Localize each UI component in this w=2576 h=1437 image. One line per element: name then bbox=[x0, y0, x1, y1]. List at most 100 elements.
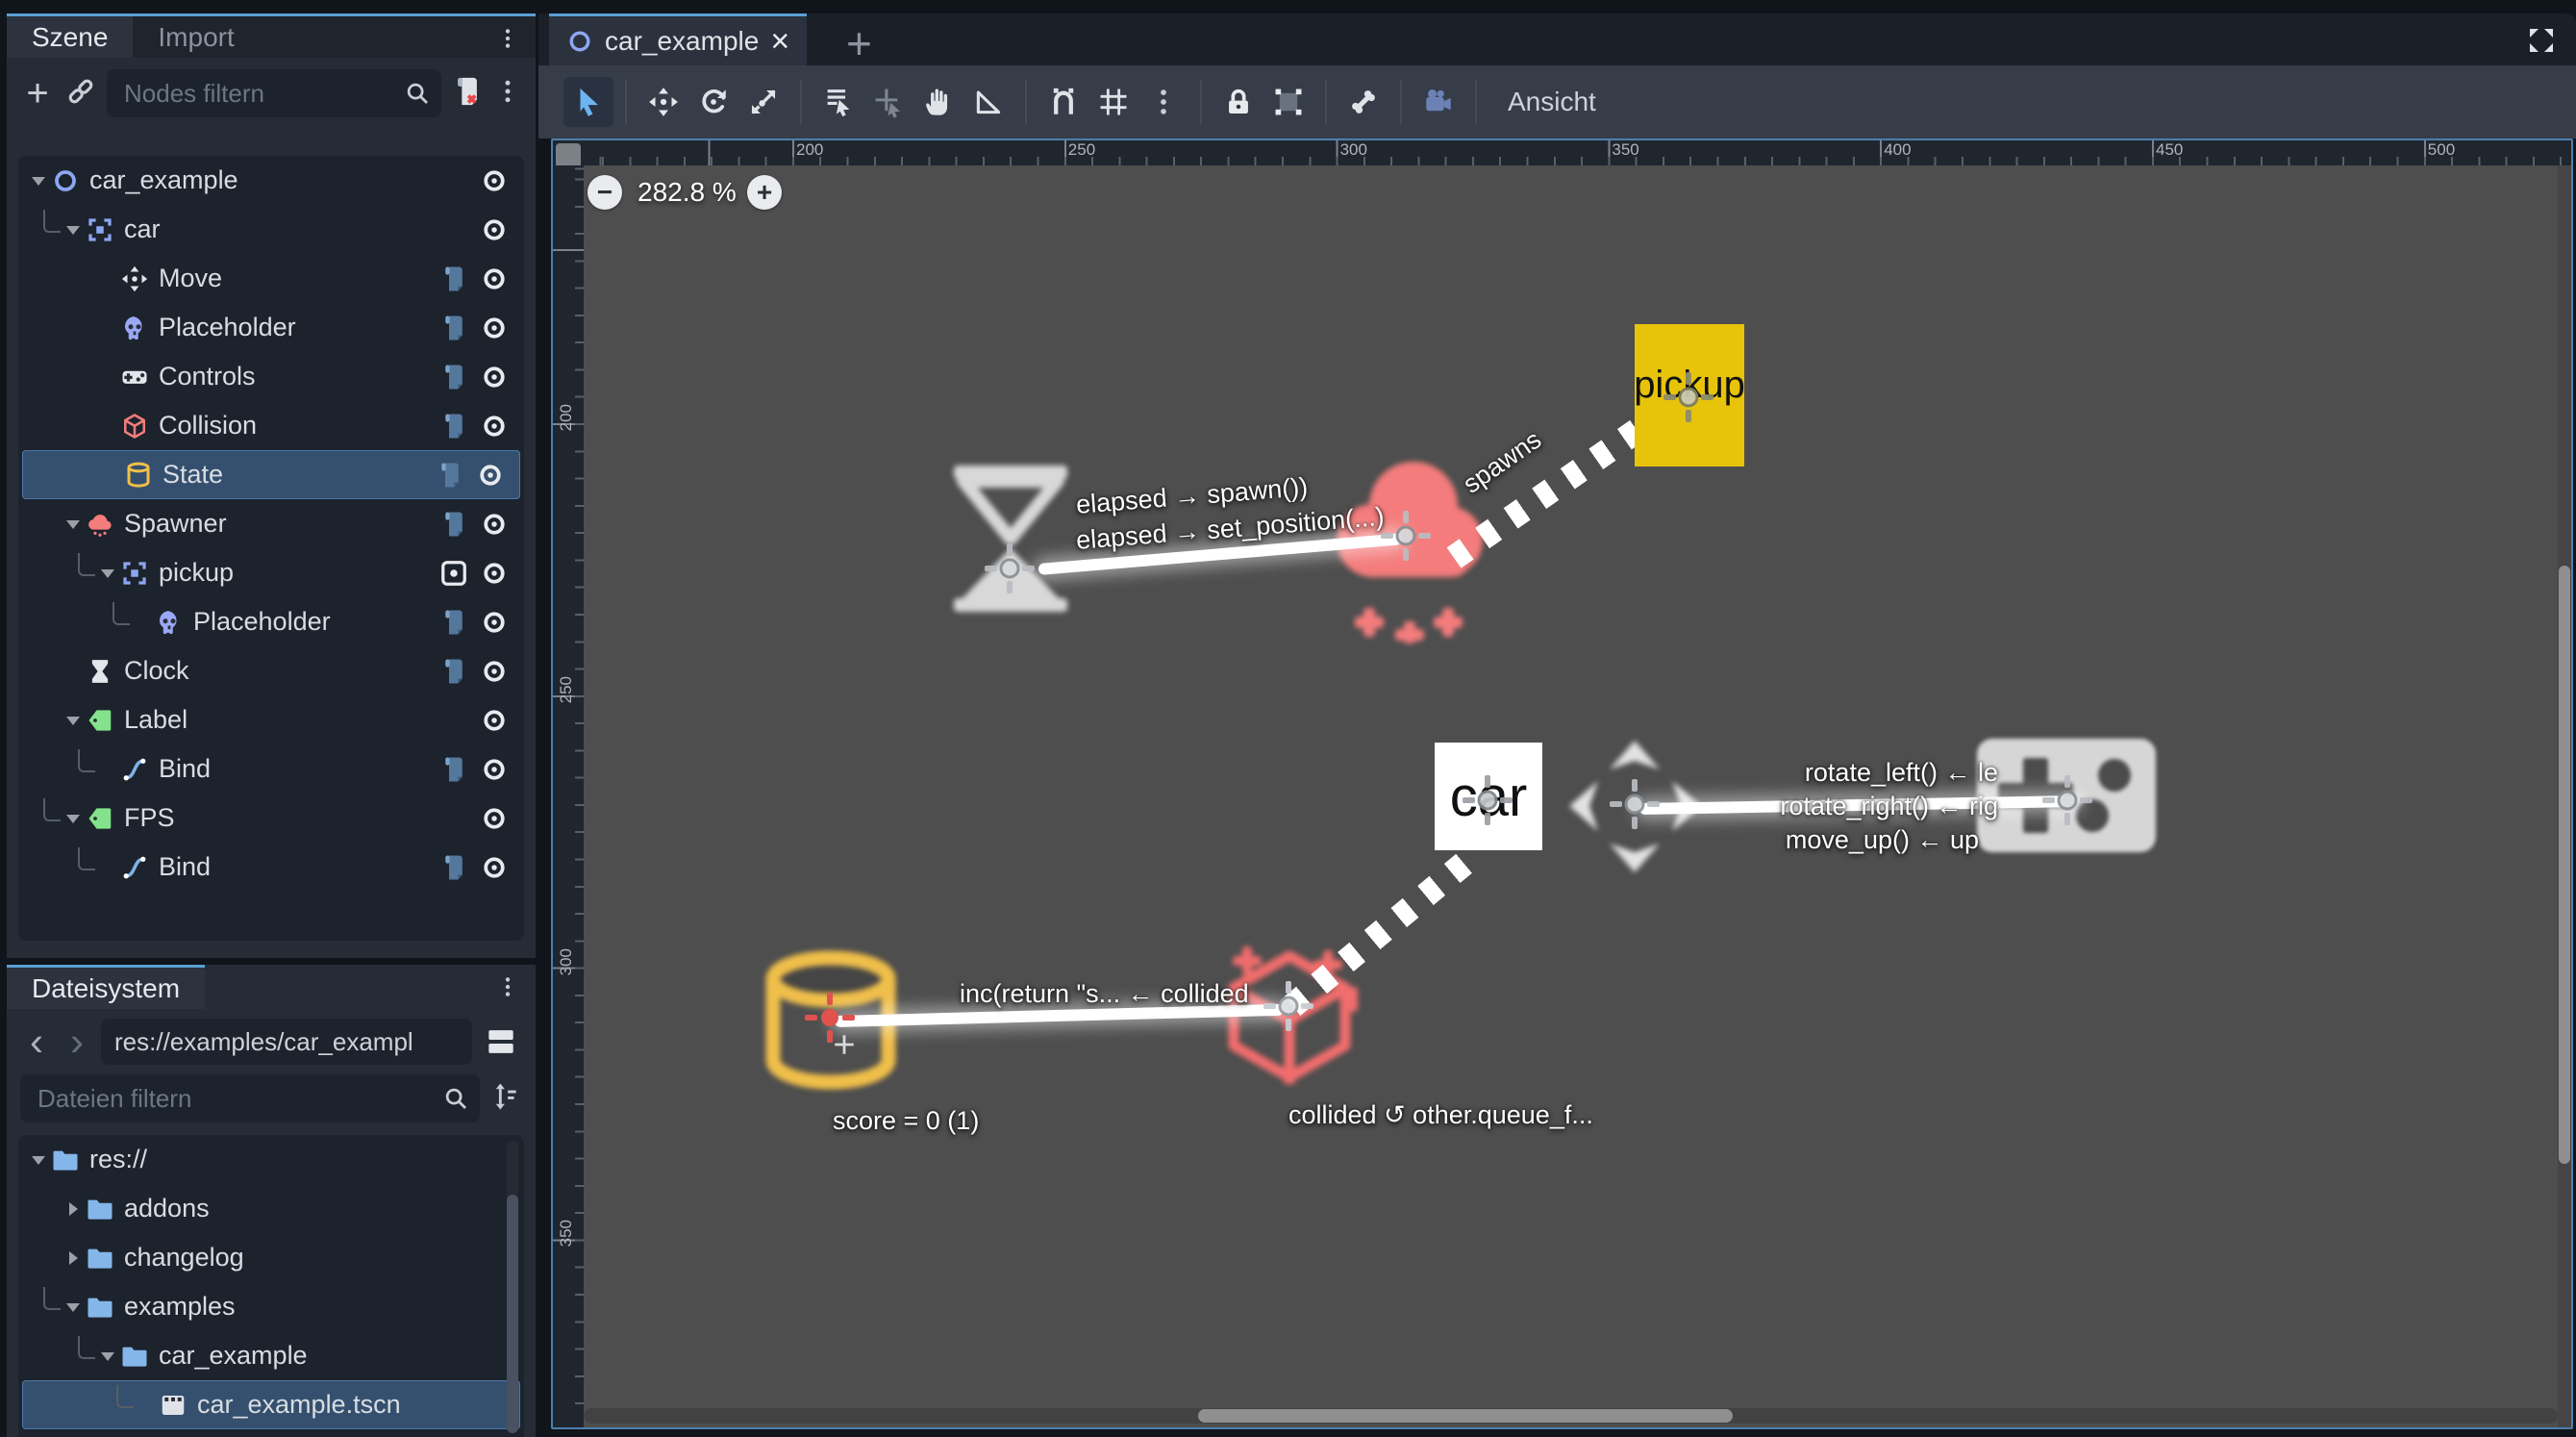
zoom-in-button[interactable]: + bbox=[747, 175, 782, 210]
tree-row-spawner[interactable]: Spawner bbox=[18, 499, 524, 548]
camera-override-button[interactable] bbox=[1413, 77, 1463, 127]
visibility-eye-icon[interactable] bbox=[478, 215, 511, 244]
script-icon[interactable] bbox=[438, 510, 470, 539]
chevron-down-icon[interactable] bbox=[26, 1148, 51, 1172]
back-icon[interactable]: ‹ bbox=[20, 1022, 53, 1061]
chevron-down-icon[interactable] bbox=[95, 1345, 120, 1368]
visibility-eye-icon[interactable] bbox=[478, 657, 511, 686]
tree-row-examples[interactable]: examples bbox=[18, 1282, 524, 1331]
visibility-eye-icon[interactable] bbox=[478, 853, 511, 882]
tree-row-placeholder[interactable]: Placeholder bbox=[18, 303, 524, 352]
ruler-tool-button[interactable] bbox=[963, 77, 1013, 127]
visibility-eye-icon[interactable] bbox=[478, 265, 511, 293]
script-icon[interactable] bbox=[438, 853, 470, 882]
visibility-eye-icon[interactable] bbox=[478, 510, 511, 539]
visibility-eye-icon[interactable] bbox=[478, 608, 511, 637]
chevron-down-icon[interactable] bbox=[61, 1296, 86, 1319]
script-icon[interactable] bbox=[438, 363, 470, 391]
script-icon[interactable] bbox=[438, 755, 470, 784]
canvas-hscrollbar-thumb[interactable] bbox=[1198, 1409, 1733, 1423]
tree-row-addons[interactable]: addons bbox=[18, 1184, 524, 1233]
chevron-down-icon[interactable] bbox=[61, 807, 86, 830]
tree-row-car-example-tscn[interactable]: car_example.tscn bbox=[22, 1380, 520, 1429]
scene-tab-car-example[interactable]: car_example × bbox=[549, 13, 807, 65]
visibility-eye-icon[interactable] bbox=[478, 755, 511, 784]
detach-script-icon[interactable] bbox=[451, 75, 484, 113]
script-icon[interactable] bbox=[438, 608, 470, 637]
tree-row-res-[interactable]: res:// bbox=[18, 1135, 524, 1184]
move-tool-button[interactable] bbox=[638, 77, 688, 127]
tree-row-collision[interactable]: Collision bbox=[18, 401, 524, 450]
tree-row-car-example[interactable]: car_example bbox=[18, 1331, 524, 1380]
tree-row-bind[interactable]: Bind bbox=[18, 843, 524, 892]
tree-row-car-example[interactable]: car_example bbox=[18, 156, 524, 205]
select-tool-button[interactable] bbox=[563, 77, 613, 127]
forward-icon[interactable]: › bbox=[61, 1022, 93, 1061]
fs-dock-menu-icon[interactable] bbox=[493, 971, 522, 1003]
path-field[interactable]: res://examples/car_exampl bbox=[101, 1019, 472, 1065]
canvas-hscrollbar[interactable] bbox=[584, 1408, 2558, 1424]
tab-import[interactable]: Import bbox=[133, 16, 259, 58]
chevron-down-icon[interactable] bbox=[61, 709, 86, 732]
split-view-icon[interactable] bbox=[480, 1023, 522, 1060]
lock-node-button[interactable] bbox=[1213, 77, 1263, 127]
tab-dateisystem[interactable]: Dateisystem bbox=[7, 965, 205, 1009]
gizmo-collision[interactable] bbox=[1262, 979, 1315, 1033]
tree-row-car[interactable]: car bbox=[18, 205, 524, 254]
scene-tree-options-icon[interactable] bbox=[493, 77, 522, 111]
add-node-button[interactable]: + bbox=[20, 79, 55, 108]
rotate-tool-button[interactable] bbox=[688, 77, 738, 127]
chevron-down-icon[interactable] bbox=[61, 513, 86, 536]
files-filter-input[interactable] bbox=[36, 1083, 430, 1115]
chevron-down-icon[interactable] bbox=[26, 169, 51, 192]
new-scene-tab-button[interactable]: + bbox=[846, 17, 872, 69]
chevron-right-icon[interactable] bbox=[61, 1251, 86, 1265]
list-select-button[interactable] bbox=[813, 77, 863, 127]
script-icon[interactable] bbox=[434, 461, 466, 490]
gizmo-car[interactable] bbox=[1461, 773, 1514, 827]
tree-row-controls[interactable]: Controls bbox=[18, 352, 524, 401]
smart-snap-toggle[interactable] bbox=[1038, 77, 1088, 127]
script-icon[interactable] bbox=[438, 265, 470, 293]
script-icon[interactable] bbox=[438, 314, 470, 342]
chevron-down-icon[interactable] bbox=[61, 218, 86, 241]
edit-pivot-button[interactable] bbox=[863, 77, 913, 127]
chevron-right-icon[interactable] bbox=[61, 1202, 86, 1216]
chevron-down-icon[interactable] bbox=[95, 562, 120, 585]
gizmo-pickup[interactable] bbox=[1662, 370, 1715, 424]
fs-scrollbar-thumb[interactable] bbox=[507, 1195, 518, 1433]
visibility-eye-icon[interactable] bbox=[478, 166, 511, 195]
tree-row-pickup[interactable]: pickup bbox=[18, 548, 524, 597]
gizmo-clock[interactable] bbox=[983, 542, 1037, 595]
tree-row-label[interactable]: Label bbox=[18, 695, 524, 744]
sort-files-icon[interactable] bbox=[489, 1080, 522, 1118]
visibility-eye-icon[interactable] bbox=[478, 804, 511, 833]
script-icon[interactable] bbox=[438, 657, 470, 686]
scale-tool-button[interactable] bbox=[738, 77, 788, 127]
visibility-eye-icon[interactable] bbox=[478, 363, 511, 391]
tree-row-move[interactable]: Move bbox=[18, 254, 524, 303]
view-menu-button[interactable]: Ansicht bbox=[1498, 87, 1606, 117]
tree-row-fps[interactable]: FPS bbox=[18, 794, 524, 843]
open-instance-icon[interactable] bbox=[438, 559, 470, 588]
zoom-out-button[interactable]: − bbox=[588, 175, 622, 210]
expand-icon[interactable] bbox=[2524, 23, 2559, 63]
tree-row-placeholder[interactable]: Placeholder bbox=[18, 597, 524, 646]
canvas-vscrollbar-thumb[interactable] bbox=[2559, 566, 2570, 1164]
close-icon[interactable]: × bbox=[770, 28, 789, 55]
nodes-filter-input[interactable] bbox=[122, 78, 391, 110]
group-node-button[interactable] bbox=[1263, 77, 1313, 127]
zoom-level-label[interactable]: 282.8 % bbox=[638, 177, 737, 208]
visibility-eye-icon[interactable] bbox=[478, 706, 511, 735]
canvas-2d[interactable]: pickup car spawns elapsed → spawn()) ela… bbox=[584, 165, 2571, 1427]
visibility-eye-icon[interactable] bbox=[474, 461, 507, 490]
tree-row-state[interactable]: State bbox=[22, 450, 520, 499]
visibility-eye-icon[interactable] bbox=[478, 314, 511, 342]
script-icon[interactable] bbox=[438, 412, 470, 441]
tab-szene[interactable]: Szene bbox=[7, 16, 133, 58]
gizmo-spawner[interactable] bbox=[1379, 509, 1433, 563]
tree-row-bind[interactable]: Bind bbox=[18, 744, 524, 794]
tree-row-changelog[interactable]: changelog bbox=[18, 1233, 524, 1282]
gizmo-controls[interactable] bbox=[1608, 777, 1662, 831]
visibility-eye-icon[interactable] bbox=[478, 559, 511, 588]
